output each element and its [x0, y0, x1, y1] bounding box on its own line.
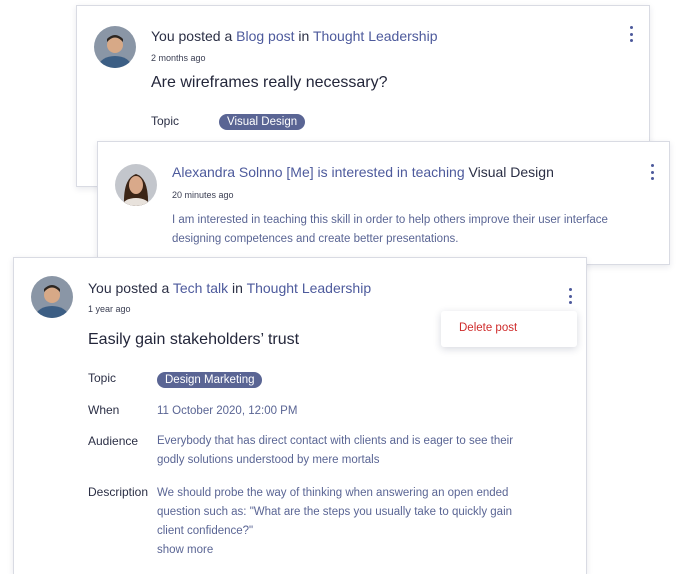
headline-verb: is interested in teaching [317, 164, 465, 180]
headline-verb: posted a [178, 28, 233, 44]
timestamp: 20 minutes ago [172, 190, 234, 200]
audience-value: Everybody that has direct contact with c… [157, 432, 513, 470]
topic-tag[interactable]: Visual Design [219, 114, 306, 130]
description-label: Description [88, 485, 149, 499]
author-name[interactable]: Alexandra Solnno [Me] [172, 164, 314, 180]
author-name: You [151, 28, 175, 44]
audience-label: Audience [88, 434, 139, 448]
description-value: We should probe the way of thinking when… [157, 484, 512, 560]
kebab-menu-icon[interactable] [567, 288, 573, 304]
post-title[interactable]: Are wireframes really necessary? [151, 74, 388, 92]
topic-label: Topic [88, 371, 117, 385]
show-more-link[interactable]: show more [157, 541, 512, 560]
user-avatar[interactable] [31, 276, 73, 318]
post-title[interactable]: Easily gain stakeholders’ trust [88, 331, 299, 349]
kebab-menu-icon[interactable] [628, 26, 634, 42]
kebab-menu-icon[interactable] [649, 164, 655, 180]
author-name: You [88, 280, 112, 296]
post-headline: You posted a Tech talk in Thought Leader… [88, 280, 371, 296]
feed-card-interest: Alexandra Solnno [Me] is interested in t… [97, 141, 670, 265]
audience-line: Everybody that has direct contact with c… [157, 435, 514, 447]
description-line: We should probe the way of thinking when… [157, 487, 509, 499]
description-line: question such as: "What are the steps yo… [157, 506, 513, 518]
avatar-man-icon [31, 276, 73, 318]
headline-in: in [298, 28, 310, 44]
delete-post-button[interactable]: Delete post [459, 322, 517, 334]
post-headline: You posted a Blog post in Thought Leader… [151, 28, 437, 44]
post-headline: Alexandra Solnno [Me] is interested in t… [172, 164, 554, 180]
post-type-link[interactable]: Blog post [236, 28, 294, 44]
avatar-woman-icon [115, 164, 157, 206]
interest-body-line: I am interested in teaching this skill i… [172, 214, 608, 226]
topic-tag[interactable]: Design Marketing [157, 372, 263, 388]
group-link[interactable]: Thought Leadership [313, 28, 438, 44]
interest-body: I am interested in teaching this skill i… [172, 211, 608, 249]
topic-label: Topic [151, 114, 180, 128]
when-label: When [88, 403, 120, 417]
headline-verb: posted a [115, 280, 170, 296]
user-avatar[interactable] [115, 164, 157, 206]
timestamp: 2 months ago [151, 53, 206, 63]
user-avatar[interactable] [94, 26, 136, 68]
when-value: 11 October 2020, 12:00 PM [157, 405, 298, 417]
avatar-man-icon [94, 26, 136, 68]
description-line: client confidence?" [157, 525, 254, 537]
timestamp: 1 year ago [88, 304, 131, 314]
feed-card-tech-talk: You posted a Tech talk in Thought Leader… [13, 257, 587, 574]
audience-line: godly solutions understood by mere morta… [157, 454, 380, 466]
group-link[interactable]: Thought Leadership [247, 280, 372, 296]
post-context-menu: Delete post [441, 311, 577, 347]
headline-in: in [232, 280, 243, 296]
post-type-link[interactable]: Tech talk [173, 280, 228, 296]
interest-body-line: designing competences and create better … [172, 233, 459, 245]
skill-subject[interactable]: Visual Design [469, 164, 554, 180]
